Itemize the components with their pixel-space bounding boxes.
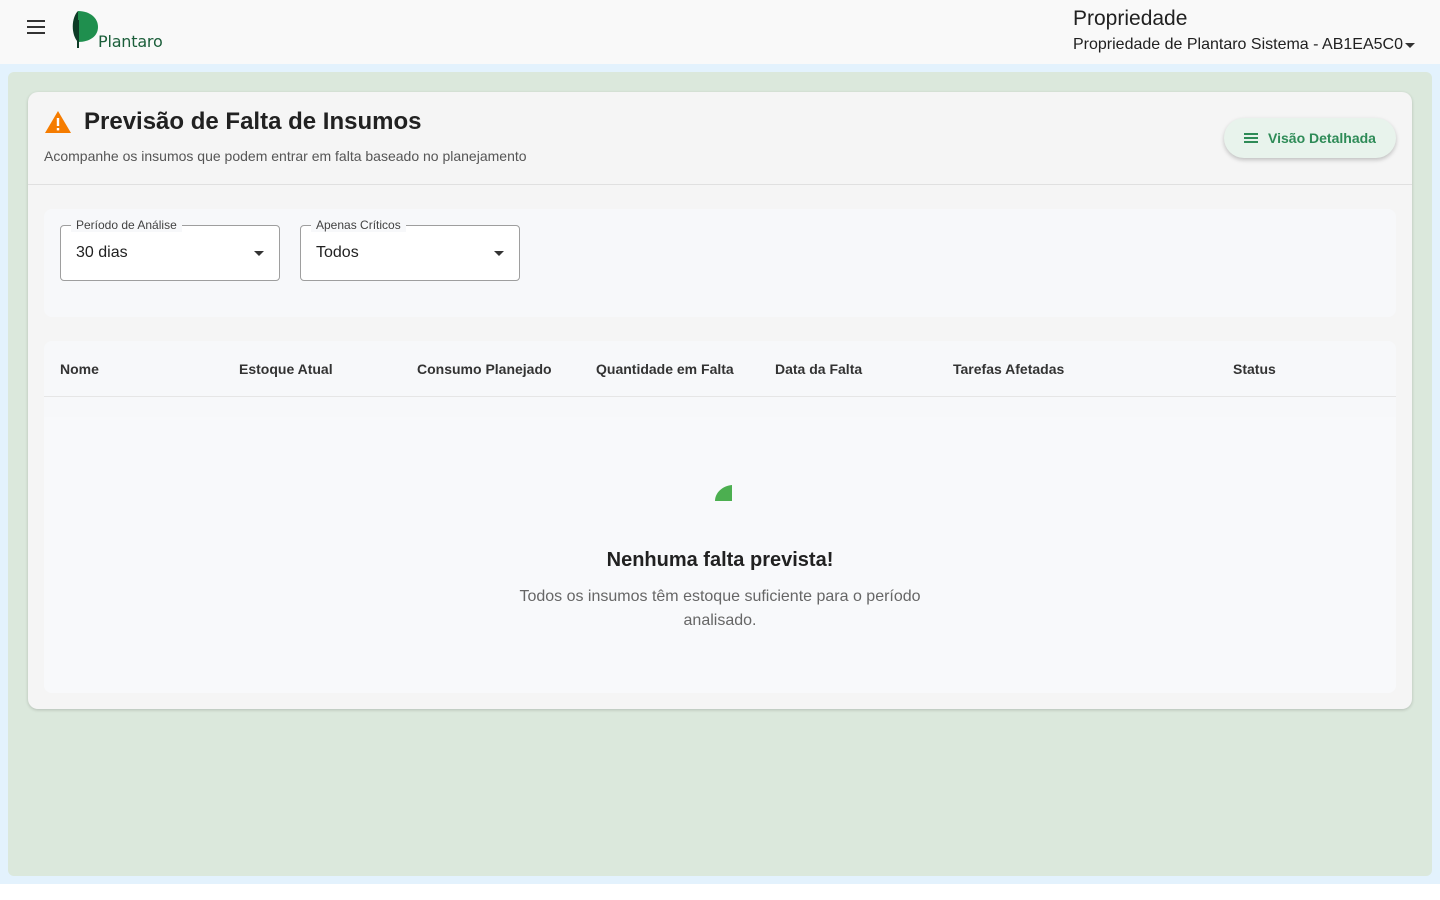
column-header-planned-consumption[interactable]: Consumo Planejado (417, 361, 552, 377)
shortage-forecast-card: Previsão de Falta de Insumos Acompanhe o… (28, 92, 1412, 709)
top-app-bar: Plantaro Propriedade Propriedade de Plan… (0, 0, 1440, 64)
column-header-name[interactable]: Nome (60, 361, 99, 377)
table-header: Nome Estoque Atual Consumo Planejado Qua… (44, 341, 1396, 397)
filters-panel: Período de Análise 30 dias Apenas Crític… (44, 209, 1396, 317)
critical-only-select[interactable]: Apenas Críticos Todos (300, 218, 520, 281)
list-icon (1244, 133, 1259, 143)
caret-down-icon (1404, 42, 1415, 48)
period-select-label: Período de Análise (71, 218, 182, 232)
page-title: Previsão de Falta de Insumos (84, 108, 422, 135)
dropdown-arrow-icon (254, 251, 264, 256)
property-label: Propriedade (1073, 7, 1188, 30)
shortage-table: Nome Estoque Atual Consumo Planejado Qua… (44, 341, 1396, 693)
detailed-view-button[interactable]: Visão Detalhada (1224, 118, 1396, 158)
column-header-current-stock[interactable]: Estoque Atual (239, 361, 333, 377)
column-header-shortage-quantity[interactable]: Quantidade em Falta (596, 361, 734, 377)
app-logo-text: Plantaro (98, 32, 163, 51)
empty-state-title: Nenhuma falta prevista! (606, 549, 834, 571)
card-header: Previsão de Falta de Insumos Acompanhe o… (28, 92, 1412, 185)
empty-state: Nenhuma falta prevista! Todos os insumos… (44, 417, 1396, 693)
property-selected-value: Propriedade de Plantaro Sistema - AB1EA5… (1073, 36, 1403, 53)
page-subtitle: Acompanhe os insumos que podem entrar em… (44, 148, 527, 164)
critical-only-value: Todos (316, 244, 359, 261)
detailed-view-label: Visão Detalhada (1268, 130, 1376, 146)
dropdown-arrow-icon (494, 251, 504, 256)
warning-icon (45, 111, 71, 133)
leaf-icon (715, 485, 732, 501)
period-select[interactable]: Período de Análise 30 dias (60, 218, 280, 281)
property-selector[interactable]: Propriedade de Plantaro Sistema - AB1EA5… (1073, 36, 1415, 54)
empty-state-message: Todos os insumos têm estoque suficiente … (519, 588, 921, 629)
column-header-status[interactable]: Status (1233, 361, 1276, 377)
period-select-value: 30 dias (76, 244, 128, 261)
menu-icon[interactable] (20, 14, 52, 40)
column-header-shortage-date[interactable]: Data da Falta (775, 361, 862, 377)
critical-only-label: Apenas Críticos (311, 218, 406, 232)
column-header-affected-tasks[interactable]: Tarefas Afetadas (953, 361, 1064, 377)
